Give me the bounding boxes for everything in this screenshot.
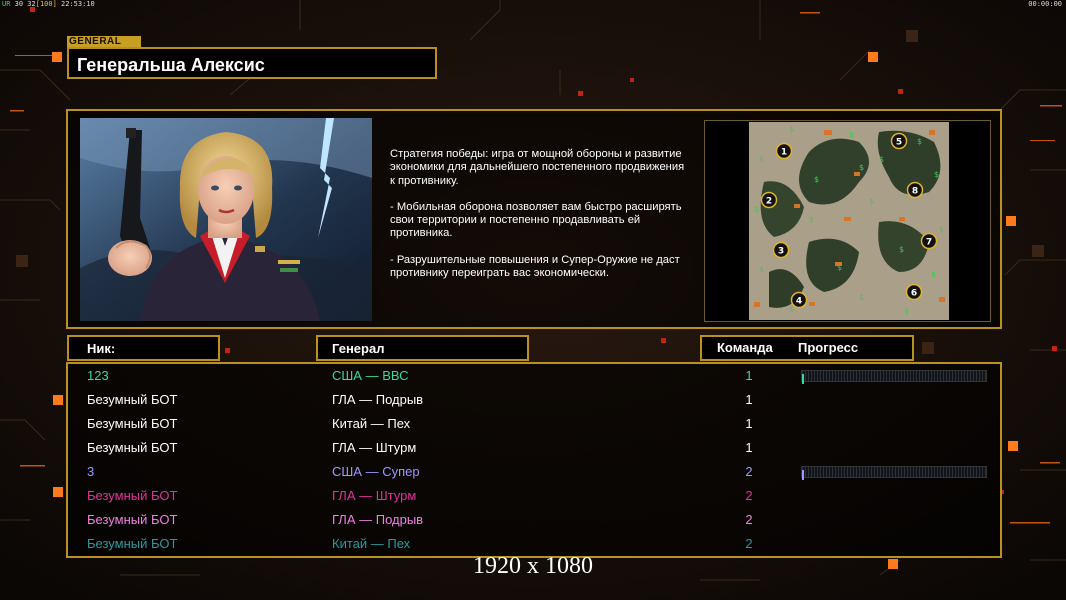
svg-text:$: $ [859,163,864,172]
svg-text:$: $ [939,225,944,234]
player-team: 2 [745,464,753,479]
svg-text:$: $ [789,305,794,314]
general-name: Генеральша Алексис [77,55,265,75]
svg-text:$: $ [754,205,759,214]
players-table: 123 США — ВВС 1 Безумный БОТ ГЛА — Подрыв 1 Бе… [66,362,1002,558]
general-title-box: Генеральша Алексис [67,47,437,79]
player-row[interactable]: Безумный БОТ Китай — Пех 1 [68,413,1000,437]
player-progress-bar [801,370,987,384]
svg-text:6: 6 [911,289,917,299]
resolution-label: 1920 x 1080 [473,553,593,579]
player-team: 1 [745,368,753,383]
general-info-panel: Стратегия победы: игра от мощной обороны… [66,109,1002,329]
svg-text:$: $ [934,170,939,179]
player-team: 1 [745,392,753,407]
svg-text:5: 5 [896,138,902,148]
column-label-nick: Ник: [87,341,116,356]
player-general: ГЛА — Подрыв [332,392,424,407]
svg-text:3: 3 [778,247,784,257]
progress-bar-fill [802,374,804,384]
hud-prefix: UR [2,0,11,8]
column-header-team-progress: Команда Прогресс [700,335,914,361]
progress-bar-fill [802,470,804,480]
column-label-team: Команда [717,340,773,355]
svg-text:$: $ [849,130,854,139]
svg-text:$: $ [809,215,814,224]
svg-text:$: $ [759,155,764,164]
column-label-progress: Прогресс [798,340,859,355]
column-header-nick: Ник: [67,335,220,361]
player-progress-bar [801,466,987,480]
strategy-paragraph: - Разрушительные повышения и Супер-Оружи… [390,253,680,280]
player-team: 2 [745,536,753,551]
player-nick: Безумный БОТ [87,392,178,407]
svg-text:1: 1 [781,148,787,158]
svg-text:$: $ [869,197,874,206]
svg-text:$: $ [904,307,909,316]
player-team: 2 [745,488,753,503]
hud-clock: 22:53:10 [61,0,95,8]
map-start-2: 2 [760,191,778,209]
strategy-description: Стратегия победы: игра от мощной обороны… [390,148,690,293]
player-general: ГЛА — Штурм [332,488,417,503]
strategy-paragraph: Стратегия победы: игра от мощной обороны… [390,148,685,187]
player-nick: Безумный БОТ [87,440,178,455]
player-general: ГЛА — Штурм [332,440,417,455]
player-general: США — Супер [332,464,420,479]
svg-text:8: 8 [912,187,918,197]
general-portrait [80,118,372,321]
player-general: Китай — Пех [332,536,411,551]
map-start-3: 3 [772,241,790,259]
svg-text:4: 4 [796,297,802,307]
player-nick: Безумный БОТ [87,512,178,527]
svg-text:$: $ [814,175,819,184]
svg-text:$: $ [931,270,936,279]
player-general: Китай — Пех [332,416,411,431]
player-team: 2 [745,512,753,527]
svg-text:$: $ [759,265,764,274]
strategy-paragraph: - Мобильная оборона позволяет вам быстро… [390,200,682,240]
map-preview-frame: $$$ $$$ $$$ $$$ $$$ $$$ $$ 1 2 3 4 5 [704,120,991,322]
player-nick: Безумный БОТ [87,488,178,503]
player-team: 1 [745,440,753,455]
column-label-general: Генерал [332,341,385,356]
player-nick: Безумный БОТ [87,536,178,551]
player-nick: 3 [87,464,95,479]
player-row[interactable]: 123 США — ВВС 1 [68,365,1000,389]
hud-timer: 00:00:00 [1028,0,1062,8]
map-start-4: 4 [790,291,808,309]
player-row[interactable]: 3 США — Супер 2 [68,461,1000,485]
hud-bracket: [100] [35,0,57,8]
map-start-5: 5 [890,132,908,150]
map-start-8: 8 [906,181,924,199]
map-start-1: 1 [775,142,793,160]
svg-text:7: 7 [926,238,932,248]
player-nick: Безумный БОТ [87,416,178,431]
player-team: 1 [745,416,753,431]
player-general: ГЛА — Подрыв [332,512,424,527]
map-preview[interactable]: $$$ $$$ $$$ $$$ $$$ $$$ $$ 1 2 3 4 5 [749,122,949,320]
map-start-6: 6 [905,283,923,301]
player-general: США — ВВС [332,368,409,383]
svg-text:$: $ [899,245,904,254]
player-row[interactable]: Безумный БОТ ГЛА — Подрыв 2 [68,509,1000,533]
svg-text:2: 2 [766,197,772,207]
svg-text:$: $ [859,293,864,302]
svg-text:$: $ [879,155,884,164]
hud-values: 30 32 [14,0,36,8]
player-nick: 123 [87,368,109,383]
player-row[interactable]: Безумный БОТ ГЛА — Штурм 1 [68,437,1000,461]
svg-text:$: $ [917,137,922,146]
hud-stats: UR 30 32[100] 22:53:10 [2,0,95,8]
player-row[interactable]: Безумный БОТ ГЛА — Штурм 2 [68,485,1000,509]
player-row[interactable]: Безумный БОТ ГЛА — Подрыв 1 [68,389,1000,413]
map-start-7: 7 [920,232,938,250]
column-header-general: Генерал [316,335,529,361]
svg-text:$: $ [789,125,794,134]
